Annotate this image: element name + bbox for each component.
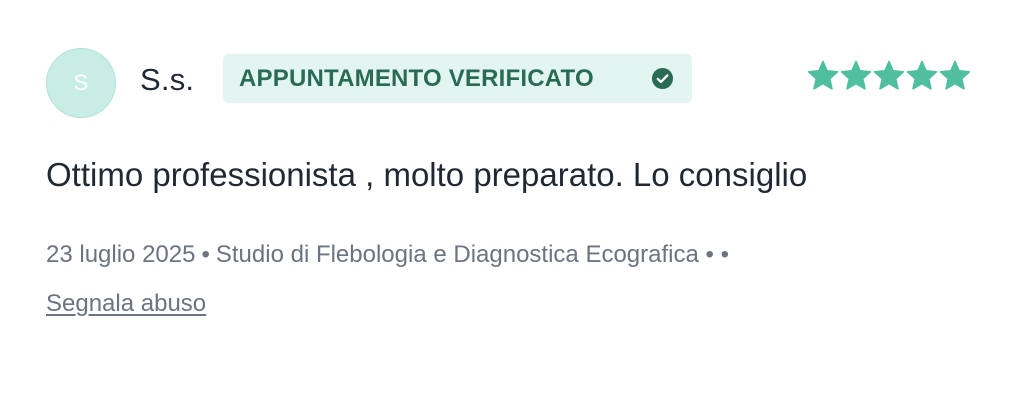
- verified-badge-label: APPUNTAMENTO VERIFICATO: [239, 64, 594, 92]
- report-abuse-link[interactable]: Segnala abuso: [46, 290, 206, 318]
- star-icon: [873, 60, 905, 90]
- review-comment: Ottimo professionista , molto preparato.…: [46, 156, 808, 193]
- verified-badge: APPUNTAMENTO VERIFICATO: [223, 54, 692, 103]
- avatar: S: [46, 48, 116, 118]
- review-meta: 23 luglio 2025 • Studio di Flebologia e Di…: [46, 241, 729, 269]
- star-rating: [806, 58, 971, 98]
- check-circle-icon: [651, 67, 674, 90]
- review-date: 23 luglio 2025: [46, 241, 196, 268]
- meta-trailing-dots: • •: [705, 241, 729, 268]
- author-name: S.s.: [140, 62, 195, 97]
- star-icon: [807, 60, 839, 90]
- star-icon: [906, 60, 938, 90]
- star-icon: [840, 60, 872, 90]
- avatar-initial: S: [73, 70, 89, 95]
- meta-separator: •: [201, 241, 210, 268]
- review-location: Studio di Flebologia e Diagnostica Ecogr…: [215, 241, 699, 268]
- review-card: S S.s. APPUNTAMENTO VERIFICATO Ottimo pr…: [0, 0, 1024, 408]
- star-icon: [939, 60, 971, 90]
